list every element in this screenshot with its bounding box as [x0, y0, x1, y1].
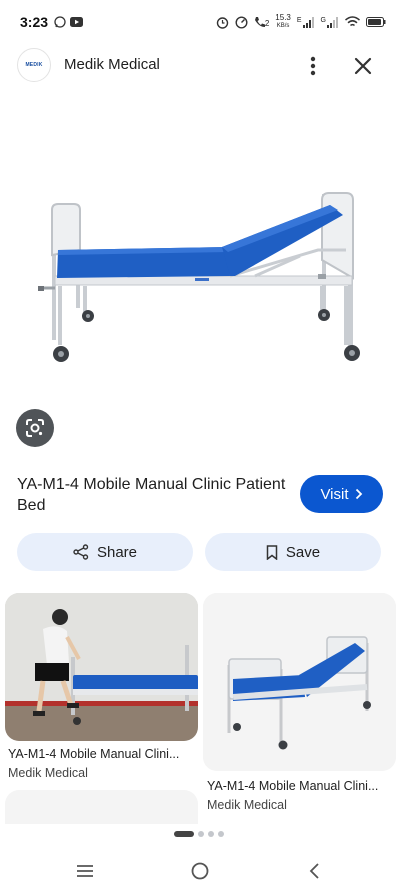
visit-label: Visit [320, 485, 349, 503]
menu-icon [77, 865, 93, 877]
alarm-icon [216, 16, 229, 29]
product-image[interactable] [0, 90, 400, 460]
page-dot [208, 831, 214, 837]
youtube-icon [70, 17, 84, 27]
call-icon: 2 [254, 16, 269, 28]
more-vert-icon [310, 56, 316, 76]
share-label: Share [96, 543, 138, 561]
network-label-e: E [296, 16, 302, 24]
share-button[interactable]: Share [17, 533, 193, 571]
back-icon [309, 863, 319, 879]
save-button[interactable]: Save [205, 533, 381, 571]
related-card-3[interactable] [5, 790, 198, 824]
notification-icons [54, 16, 84, 28]
product-title: YA-M1-4 Mobile Manual Clinic Patient Bed [17, 476, 286, 514]
related-caption-1[interactable]: YA-M1-4 Mobile Manual Clini... [8, 747, 179, 761]
logo-text: MEDIK [25, 62, 43, 68]
net-speed-unit: KB/s [276, 23, 290, 29]
back-button[interactable] [304, 860, 328, 882]
chevron-right-icon [355, 488, 362, 500]
wifi-icon [345, 16, 360, 27]
related-source-1: Medik Medical [8, 766, 88, 780]
related-image-2 [203, 593, 396, 771]
more-options-button[interactable] [300, 52, 326, 80]
related-source-2: Medik Medical [207, 798, 287, 812]
recent-apps-button[interactable] [74, 860, 98, 882]
signal-icon-1: E [296, 16, 315, 28]
site-name[interactable]: Medik Medical [64, 56, 160, 73]
speedometer-icon [235, 15, 248, 29]
related-image-1 [5, 593, 198, 741]
system-nav-bar [0, 848, 400, 893]
battery-icon [366, 17, 386, 27]
page-dot [198, 831, 204, 837]
home-button[interactable] [189, 860, 213, 882]
home-icon [191, 862, 209, 880]
bookmark-icon [266, 544, 278, 560]
share-icon [73, 544, 89, 560]
related-card-1[interactable] [5, 593, 198, 741]
close-icon [354, 57, 372, 75]
sim-label: 2 [264, 19, 270, 28]
site-logo[interactable]: MEDIK [17, 48, 51, 82]
visit-button[interactable]: Visit [300, 475, 383, 513]
page-dot [218, 831, 224, 837]
network-label-g: G [320, 16, 326, 24]
close-button[interactable] [348, 51, 378, 81]
google-lens-button[interactable] [16, 409, 54, 447]
net-speed-value: 15.3 [275, 13, 291, 22]
page-dot-active [174, 831, 194, 837]
lens-icon [26, 419, 44, 437]
system-icons: 2 15.3 KB/s E G [216, 13, 386, 31]
related-caption-2[interactable]: YA-M1-4 Mobile Manual Clini... [207, 779, 378, 793]
status-time: 3:23 [20, 14, 49, 30]
hospital-bed-illustration [38, 192, 360, 362]
signal-icon-2: G [320, 16, 339, 28]
save-label: Save [285, 543, 321, 561]
site-header: MEDIK Medik Medical [0, 44, 400, 88]
whatsapp-icon [54, 16, 66, 28]
status-bar: 3:23 2 15.3 KB/s E G [0, 0, 400, 44]
net-speed: 15.3 KB/s [275, 13, 291, 31]
page-indicator [174, 831, 224, 837]
related-card-2[interactable] [203, 593, 396, 771]
